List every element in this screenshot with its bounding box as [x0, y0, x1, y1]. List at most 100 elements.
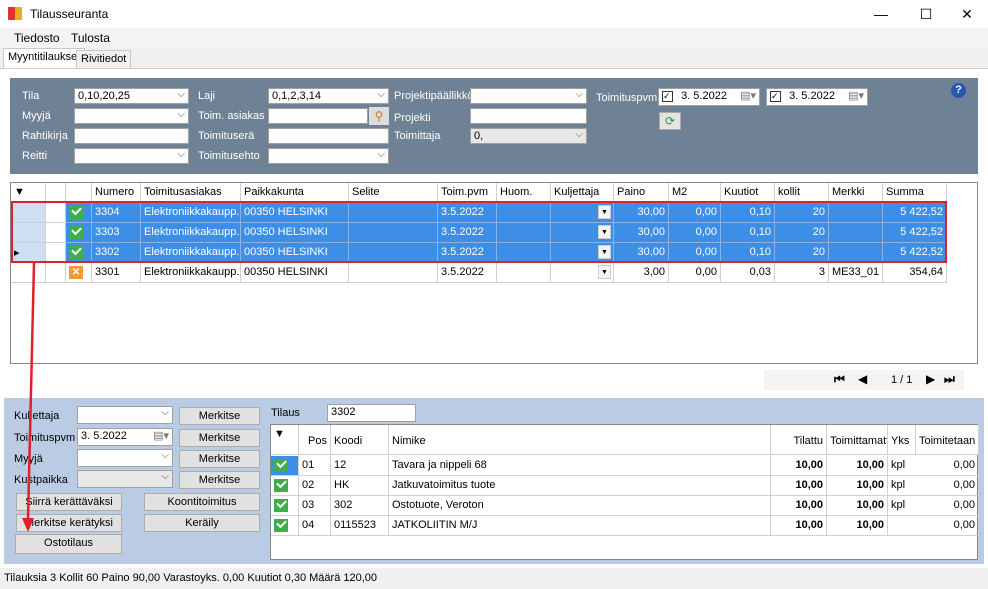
column-header-m2[interactable]: M2	[669, 183, 721, 203]
date-to-picker[interactable]: ✓ 3. 5.2022 ▤▾	[766, 88, 868, 106]
row-select-cell[interactable]	[46, 223, 66, 243]
cell-summa: 5 422,52	[883, 203, 947, 223]
column-header-tilattu[interactable]: Tilattu	[771, 425, 827, 455]
column-header-toimittamatta[interactable]: Toimittamatta	[827, 425, 888, 455]
first-page-icon[interactable]: ⏮	[834, 372, 845, 387]
calendar-icon[interactable]: ▤▾	[153, 430, 169, 443]
toimitusera-input[interactable]	[268, 128, 389, 144]
cell-nimike: JATKOLIITIN M/J	[389, 516, 771, 536]
column-header-kuljettaja[interactable]: Kuljettaja	[551, 183, 614, 203]
column-header-toimitusasiakas[interactable]: Toimitusasiakas	[141, 183, 241, 203]
cell-kuljettaja[interactable]: ▼	[551, 263, 614, 283]
tab-rivitiedot[interactable]: Rivitiedot	[76, 50, 132, 68]
ostotilaus-button[interactable]: Ostotilaus	[15, 534, 122, 554]
toimituspvm-label: Toimituspvm	[14, 432, 76, 444]
dropdown-arrow-icon[interactable]: ▼	[598, 245, 611, 259]
toimituspvm-picker[interactable]: 3. 5.2022 ▤▾	[77, 428, 173, 446]
row-select-cell[interactable]	[46, 263, 66, 283]
column-header-toimpvm[interactable]: Toim.pvm	[438, 183, 497, 203]
siirra-kerattavaksi-button[interactable]: Siirrä kerättäväksi	[16, 493, 122, 511]
merkitse-kustpaikka-button[interactable]: Merkitse	[179, 471, 260, 489]
calendar-icon[interactable]: ▤▾	[740, 90, 756, 103]
dropdown-arrow-icon[interactable]: ▼	[598, 265, 611, 279]
column-header-kuutiot[interactable]: Kuutiot	[721, 183, 775, 203]
cell-tilattu: 10,00	[771, 516, 827, 536]
column-header-selite[interactable]: Selite	[349, 183, 438, 203]
menu-tiedosto[interactable]: Tiedosto	[14, 31, 60, 45]
cell-huom	[497, 203, 551, 223]
date-to-checkbox[interactable]: ✓	[770, 90, 781, 102]
column-header-toimitetaan[interactable]: Toimitetaan	[916, 425, 979, 455]
kuljettaja-select[interactable]	[77, 406, 173, 424]
header-blank	[46, 183, 66, 203]
merkitse-toimituspvm-button[interactable]: Merkitse	[179, 429, 260, 447]
cell-toimitetaan[interactable]: 0,00	[916, 496, 979, 516]
cell-numero: 3301	[92, 263, 141, 283]
maximize-button[interactable]: ☐	[911, 4, 941, 24]
column-header-koodi[interactable]: Koodi	[331, 425, 389, 455]
column-header-yks[interactable]: Yks	[888, 425, 916, 455]
column-chooser-icon[interactable]: ▼	[11, 183, 46, 203]
merkitse-kuljettaja-button[interactable]: Merkitse	[179, 407, 260, 425]
calendar-icon[interactable]: ▤▾	[848, 90, 864, 103]
close-button[interactable]: ✕	[952, 4, 982, 24]
column-header-pos[interactable]: Pos	[299, 425, 331, 455]
date-from-checkbox[interactable]: ✓	[662, 90, 673, 102]
tab-myyntitilaukset[interactable]: Myyntitilaukset	[3, 48, 86, 68]
cell-toimitetaan[interactable]: 0,00	[916, 456, 979, 476]
column-header-paikkakunta[interactable]: Paikkakunta	[241, 183, 349, 203]
date-from-picker[interactable]: ✓ 3. 5.2022 ▤▾	[658, 88, 760, 106]
next-page-icon[interactable]: ▶	[926, 372, 935, 386]
last-page-icon[interactable]: ⏭	[944, 372, 955, 387]
cell-kuljettaja[interactable]: ▼	[551, 243, 614, 263]
toimittaja-select[interactable]: 0,	[470, 128, 587, 144]
row-header[interactable]	[11, 203, 46, 223]
projekti-label: Projekti	[394, 112, 431, 124]
title-bar: Tilausseuranta — ☐ ✕	[0, 0, 988, 28]
tilaus-input[interactable]: 3302	[327, 404, 416, 422]
row-select-cell[interactable]	[46, 203, 66, 223]
refresh-icon[interactable]: ⟳	[659, 112, 681, 130]
menu-tulosta[interactable]: Tulosta	[71, 31, 110, 45]
column-header-merkki[interactable]: Merkki	[829, 183, 883, 203]
app-icon	[8, 7, 22, 20]
rahtikirja-input[interactable]	[74, 128, 189, 144]
reitti-select[interactable]	[74, 148, 189, 164]
column-header-huom[interactable]: Huom.	[497, 183, 551, 203]
column-header-numero[interactable]: Numero	[92, 183, 141, 203]
column-chooser-icon[interactable]: ▼	[271, 425, 299, 455]
row-select-cell[interactable]	[46, 243, 66, 263]
toim-asiakas-input[interactable]	[268, 108, 368, 124]
column-header-paino[interactable]: Paino	[614, 183, 669, 203]
dropdown-arrow-icon[interactable]: ▼	[598, 205, 611, 219]
column-header-kollit[interactable]: kollit	[775, 183, 829, 203]
cell-toimitetaan[interactable]: 0,00	[916, 476, 979, 496]
merkitse-keratyksi-button[interactable]: Merkitse kerätyksi	[16, 514, 122, 532]
help-icon[interactable]: ?	[951, 83, 966, 98]
projekti-input[interactable]	[470, 108, 587, 124]
laji-select[interactable]: 0,1,2,3,14	[268, 88, 389, 104]
cell-kuutiot: 0,10	[721, 203, 775, 223]
search-icon[interactable]: ⚲	[369, 107, 389, 125]
cell-kuljettaja[interactable]: ▼	[551, 223, 614, 243]
minimize-button[interactable]: —	[866, 4, 896, 24]
cell-kuljettaja[interactable]: ▼	[551, 203, 614, 223]
cell-toimitetaan[interactable]: 0,00	[916, 516, 979, 536]
column-header-nimike[interactable]: Nimike	[389, 425, 771, 455]
dropdown-arrow-icon[interactable]: ▼	[598, 225, 611, 239]
row-header[interactable]	[11, 263, 46, 283]
merkitse-myyja-button[interactable]: Merkitse	[179, 450, 260, 468]
kustpaikka-select[interactable]	[77, 470, 173, 488]
column-header-summa[interactable]: Summa	[883, 183, 947, 203]
koontitoimitus-button[interactable]: Koontitoimitus	[144, 493, 260, 511]
projektipaallikko-select[interactable]	[470, 88, 587, 104]
prev-page-icon[interactable]: ◀	[858, 372, 867, 386]
toimitusehto-select[interactable]	[268, 148, 389, 164]
myyja-label: Myyjä	[14, 453, 43, 465]
tila-select[interactable]: 0,10,20,25	[74, 88, 189, 104]
myyja-select[interactable]	[74, 108, 189, 124]
row-header[interactable]	[11, 223, 46, 243]
row-header[interactable]: ▸	[11, 243, 46, 263]
myyja-select[interactable]	[77, 449, 173, 467]
keraily-button[interactable]: Keräily	[144, 514, 260, 532]
